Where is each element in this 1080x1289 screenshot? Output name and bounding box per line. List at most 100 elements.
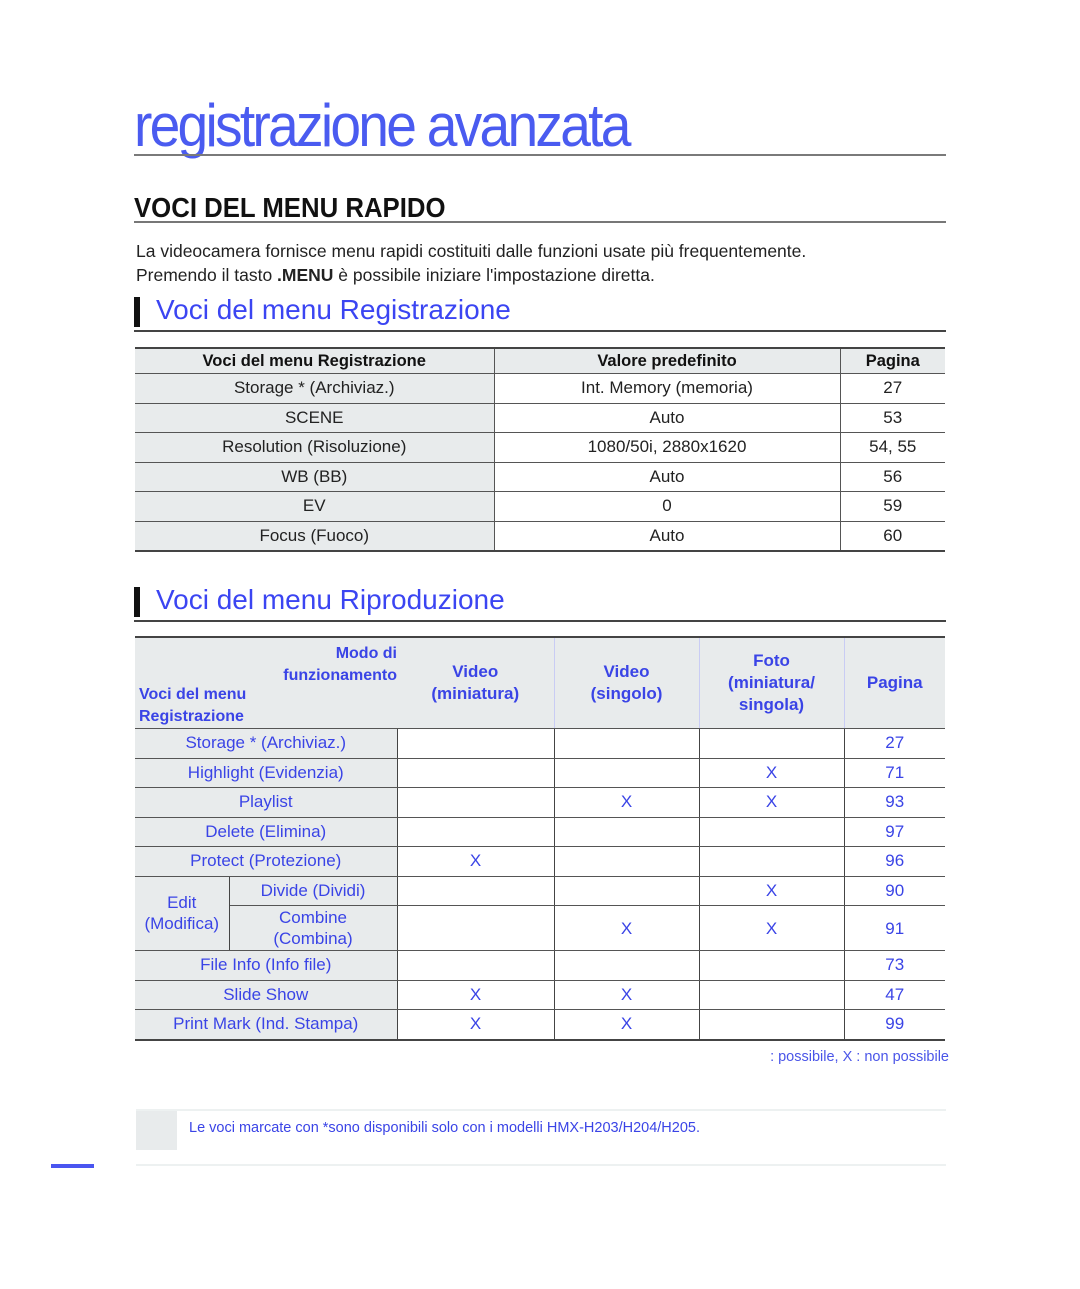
cell-video-single — [553, 846, 699, 877]
intro-line-1: La videocamera fornisce menu rapidi cost… — [136, 241, 807, 261]
cell-photo: X — [698, 758, 844, 788]
cell-video-single: X — [553, 1009, 699, 1041]
recording-menu-table: Voci del menu Registrazione Valore prede… — [135, 347, 945, 552]
playback-menu-table: Modo di funzionamento Voci del menu Regi… — [135, 636, 945, 1041]
heading-bar — [134, 587, 140, 617]
heading-rule — [134, 330, 946, 332]
chapter-title: registrazione avanzata — [134, 92, 631, 159]
intro-text: Premendo il tasto — [136, 265, 278, 285]
cell-page: 59 — [839, 491, 945, 522]
menu-key-label: .MENU — [277, 265, 334, 285]
table-row: EV 0 59 — [135, 491, 945, 522]
recording-heading: Voci del menu Registrazione — [134, 293, 946, 332]
table-row: Playlist X X 93 — [135, 787, 945, 818]
table-row: File Info (Info file) 73 — [135, 950, 945, 981]
table-row: Edit (Modifica) Divide (Dividi) X 90 — [135, 876, 945, 951]
col-header-default: Valore predefinito — [493, 348, 840, 374]
cell-item: Slide Show — [135, 980, 397, 1010]
items-header-line: Registrazione — [139, 708, 244, 725]
cell-photo — [698, 817, 844, 847]
recording-heading-text: Voci del menu Registrazione — [156, 294, 511, 325]
col-header-video-single: Video (singolo) — [553, 637, 699, 729]
cell-item: Divide (Dividi) — [229, 876, 397, 906]
mode-header-line: Modo di — [335, 645, 397, 662]
cell-item: Storage * (Archiviaz.) — [135, 728, 397, 759]
cell-video-thumb — [396, 950, 554, 981]
cell-item: SCENE — [135, 403, 494, 433]
cell-photo: X — [698, 905, 844, 951]
cell-item: Playlist — [135, 787, 397, 818]
cell-video-single — [553, 876, 699, 906]
playback-heading: Voci del menu Riproduzione — [134, 583, 946, 622]
cell-video-thumb: X — [396, 1009, 554, 1041]
table-row: Print Mark (Ind. Stampa) X X 99 — [135, 1009, 945, 1041]
header-line: Video — [603, 662, 650, 681]
header-line: (miniatura/ — [728, 673, 815, 692]
cell-item: Combine (Combina) — [229, 905, 397, 951]
cell-video-thumb: X — [396, 980, 554, 1010]
cell-item: Print Mark (Ind. Stampa) — [135, 1009, 397, 1041]
cell-photo — [698, 728, 844, 759]
cell-video-thumb — [396, 728, 554, 759]
intro-text: è possibile iniziare l'impostazione dire… — [333, 265, 655, 285]
cell-page: 97 — [843, 817, 945, 847]
cell-video-thumb — [396, 787, 554, 818]
table-row: Storage * (Archiviaz.) 27 — [135, 728, 945, 759]
intro-line-2: Premendo il tasto .MENU è possibile iniz… — [136, 263, 946, 287]
section-rule — [134, 221, 946, 223]
cell-video-thumb — [396, 758, 554, 788]
diagonal-header-cell: Modo di funzionamento Voci del menu Regi… — [135, 637, 397, 729]
note-rule-top — [136, 1109, 946, 1111]
heading-rule — [134, 620, 946, 622]
mode-header: Modo di funzionamento — [283, 643, 397, 687]
item-line: (Combina) — [273, 929, 353, 948]
cell-page: 93 — [843, 787, 945, 818]
cell-photo: X — [698, 787, 844, 818]
edit-label-line: (Modifica) — [144, 914, 220, 934]
cell-item: Delete (Elimina) — [135, 817, 397, 847]
table-row: SCENE Auto 53 — [135, 403, 945, 433]
col-header-item: Voci del menu Registrazione — [135, 348, 494, 374]
table-row: Resolution (Risoluzione) 1080/50i, 2880x1… — [135, 432, 945, 463]
cell-video-single: X — [553, 905, 699, 951]
header-line: singola) — [738, 695, 805, 714]
header-line: Foto — [753, 651, 790, 670]
cell-page: 53 — [839, 403, 945, 433]
cell-item: Highlight (Evidenzia) — [135, 758, 397, 788]
note-rule-bottom — [136, 1164, 946, 1166]
cell-video-single: X — [553, 787, 699, 818]
col-header-photo: Foto (miniatura/ singola) — [698, 637, 844, 729]
note-text: Le voci marcate con *sono disponibili so… — [189, 1120, 700, 1136]
mode-header-line: funzionamento — [283, 667, 397, 684]
heading-bar — [134, 297, 140, 327]
section-title: VOCI DEL MENU RAPIDO — [134, 192, 446, 223]
cell-default: 1080/50i, 2880x1620 — [493, 432, 840, 463]
col-header-page: Pagina — [839, 348, 945, 374]
cell-page: 27 — [839, 373, 945, 404]
cell-default: 0 — [493, 491, 840, 522]
cell-video-single — [553, 728, 699, 759]
table-row: Protect (Protezione) X 96 — [135, 846, 945, 877]
header-line: (singolo) — [590, 684, 663, 703]
cell-page: 54, 55 — [839, 432, 945, 463]
edit-label-line: Edit — [167, 893, 197, 913]
table-row: Combine (Combina) X X 91 — [135, 905, 945, 951]
cell-photo: X — [698, 876, 844, 906]
cell-item: EV — [135, 491, 494, 522]
cell-video-thumb: X — [396, 846, 554, 877]
col-header-page: Pagina — [843, 637, 945, 729]
cell-photo — [698, 980, 844, 1010]
items-header: Voci del menu Registrazione — [139, 684, 246, 728]
header-line: (miniatura) — [431, 684, 520, 703]
cell-page: 90 — [843, 876, 945, 906]
cell-video-thumb — [396, 905, 554, 951]
table-header-row: Modo di funzionamento Voci del menu Regi… — [135, 637, 945, 729]
cell-default: Auto — [493, 521, 840, 552]
table-row: WB (BB) Auto 56 — [135, 462, 945, 492]
cell-page: 56 — [839, 462, 945, 492]
cell-video-thumb — [396, 817, 554, 847]
cell-video-single — [553, 758, 699, 788]
cell-video-thumb — [396, 876, 554, 906]
table-row: Highlight (Evidenzia) X 71 — [135, 758, 945, 788]
playback-heading-text: Voci del menu Riproduzione — [156, 584, 505, 615]
